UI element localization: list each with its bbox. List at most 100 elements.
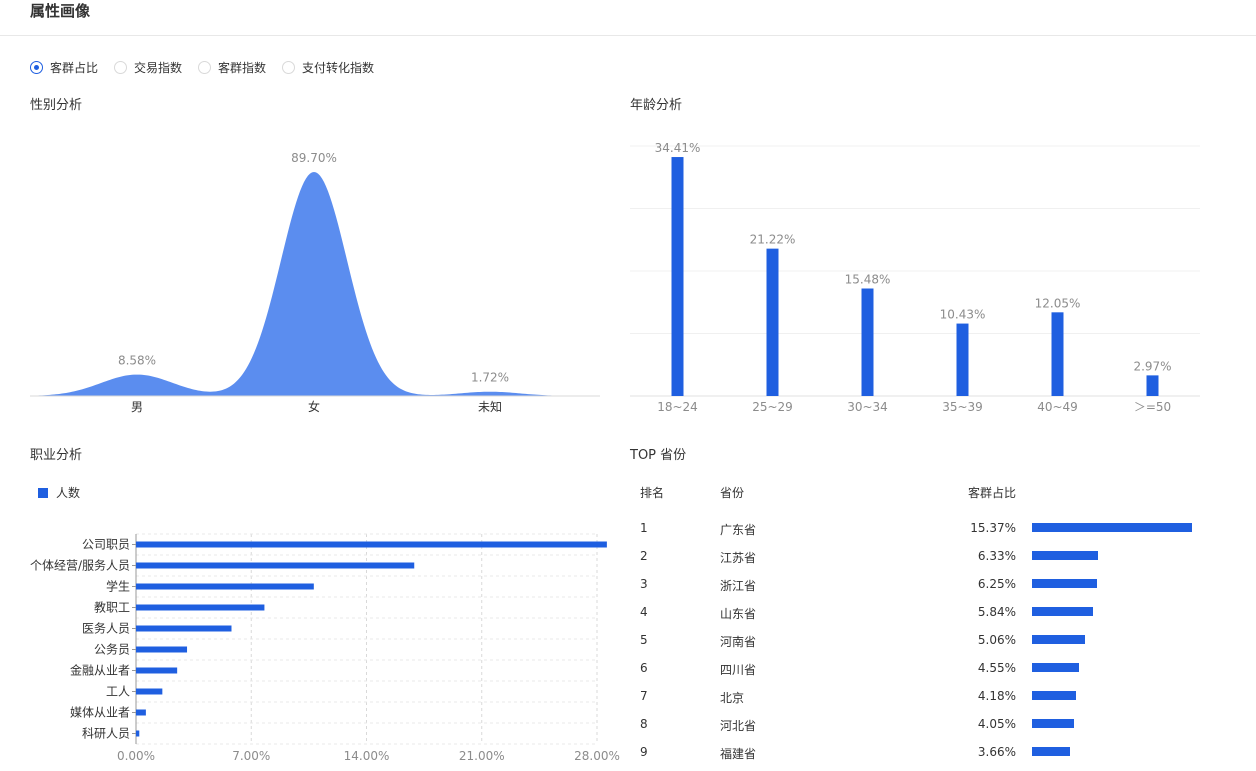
table-row: 9 福建省 3.66% bbox=[630, 745, 1230, 771]
age-bar bbox=[861, 288, 874, 396]
age-value-label: 34.41% bbox=[655, 141, 701, 155]
radio-label[interactable]: 客群指数 bbox=[218, 59, 266, 76]
age-value-label: 21.22% bbox=[750, 233, 796, 247]
age-tick-label: 30~34 bbox=[847, 400, 888, 414]
age-value-label: 2.97% bbox=[1133, 359, 1171, 373]
gender-value-label: 89.70% bbox=[291, 151, 337, 165]
occupation-tick-label: 0.00% bbox=[117, 749, 155, 763]
row-rank: 7 bbox=[640, 689, 648, 703]
header-rank: 排名 bbox=[640, 486, 665, 500]
table-row: 7 北京 4.18% bbox=[630, 689, 1230, 717]
radio-label[interactable]: 客群占比 bbox=[50, 59, 98, 76]
gender-value-label: 8.58% bbox=[118, 354, 156, 368]
header-province: 省份 bbox=[720, 486, 745, 500]
age-tick-label: 18~24 bbox=[657, 400, 698, 414]
occupation-category-label: 教职工 bbox=[94, 600, 130, 615]
age-bar bbox=[956, 323, 969, 396]
occupation-chart: 0.00% 7.00% 14.00% 21.00% 28.00% 公司职员个体经营/服务人… bbox=[30, 533, 620, 763]
legend-label: 人数 bbox=[56, 486, 81, 500]
age-bar bbox=[766, 248, 779, 396]
row-share: 6.25% bbox=[977, 577, 1016, 591]
occupation-bar bbox=[136, 646, 188, 653]
occupation-bar bbox=[136, 688, 163, 695]
row-share: 4.55% bbox=[977, 661, 1016, 675]
table-row: 8 河北省 4.05% bbox=[630, 717, 1230, 745]
row-share: 5.06% bbox=[977, 633, 1016, 647]
row-share-bar bbox=[1032, 747, 1071, 756]
row-share-bar bbox=[1032, 607, 1093, 616]
row-rank: 9 bbox=[640, 745, 648, 759]
row-province: 福建省 bbox=[720, 747, 757, 761]
row-province: 浙江省 bbox=[720, 579, 757, 593]
metric-radio-group: 客群占比 交易指数 客群指数 支付转化指数 bbox=[30, 57, 390, 77]
occupation-bar bbox=[136, 709, 146, 716]
radio-payment-conversion[interactable]: 支付转化指数 bbox=[282, 59, 374, 76]
age-bar bbox=[1146, 375, 1159, 396]
row-rank: 1 bbox=[640, 521, 648, 535]
occupation-tick-label: 28.00% bbox=[574, 749, 620, 763]
row-share: 4.05% bbox=[977, 717, 1016, 731]
radio-circle-icon[interactable] bbox=[30, 60, 43, 74]
occupation-category-label: 个体经营/服务人员 bbox=[30, 558, 130, 573]
radio-circle-icon[interactable] bbox=[282, 60, 296, 74]
row-share-bar bbox=[1032, 523, 1192, 532]
age-tick-label: ＞=50 bbox=[1134, 400, 1171, 414]
row-rank: 8 bbox=[640, 717, 648, 731]
province-table-header: 排名 省份 客群占比 bbox=[630, 484, 1230, 504]
row-share-bar bbox=[1032, 635, 1085, 644]
gender-chart: 8.58% 男 89.70% 女 1.72% 未知 bbox=[30, 151, 600, 414]
row-rank: 6 bbox=[640, 661, 648, 675]
occupation-category-label: 金融从业者 bbox=[70, 663, 130, 678]
row-share: 15.37% bbox=[970, 521, 1016, 535]
occupation-tick-label: 7.00% bbox=[232, 749, 270, 763]
age-tick-label: 25~29 bbox=[752, 400, 793, 414]
row-rank: 2 bbox=[640, 549, 648, 563]
occupation-section-title: 职业分析 bbox=[30, 448, 83, 463]
occupation-bar bbox=[136, 625, 232, 632]
gender-section-title: 性别分析 bbox=[30, 98, 83, 113]
age-section-title: 年龄分析 bbox=[630, 98, 683, 113]
gender-tick-label: 男 bbox=[131, 400, 143, 414]
occupation-category-label: 学生 bbox=[106, 579, 130, 594]
province-section-title: TOP 省份 bbox=[630, 448, 687, 463]
radio-circle-icon[interactable] bbox=[114, 60, 128, 74]
occupation-category-label: 公司职员 bbox=[82, 538, 130, 552]
gender-value-label: 1.72% bbox=[471, 371, 509, 385]
radio-customer-index[interactable]: 客群指数 bbox=[198, 59, 266, 76]
table-row: 1 广东省 15.37% bbox=[630, 521, 1230, 549]
page-title: 属性画像 bbox=[30, 2, 91, 20]
row-province: 北京 bbox=[720, 691, 745, 705]
row-share: 5.84% bbox=[977, 605, 1016, 619]
radio-label[interactable]: 交易指数 bbox=[134, 59, 182, 76]
row-share-bar bbox=[1032, 663, 1080, 672]
row-share: 3.66% bbox=[977, 745, 1016, 759]
row-share-bar bbox=[1032, 579, 1098, 588]
occupation-tick-label: 21.00% bbox=[459, 749, 505, 763]
radio-circle-icon[interactable] bbox=[198, 60, 212, 74]
legend-swatch bbox=[38, 487, 48, 498]
province-table: 排名 省份 客群占比 1 广东省 15.37% 2 江苏省 6.33% 3 浙江省 6.25% 4… bbox=[630, 484, 1230, 761]
row-province: 江苏省 bbox=[720, 551, 757, 565]
occupation-category-label: 媒体从业者 bbox=[70, 706, 130, 720]
occupation-bar bbox=[136, 541, 607, 548]
row-province: 河北省 bbox=[720, 719, 757, 733]
occupation-bar bbox=[136, 667, 178, 674]
table-row: 3 浙江省 6.25% bbox=[630, 577, 1230, 605]
province-table-body: 1 广东省 15.37% 2 江苏省 6.33% 3 浙江省 6.25% 4 山东省 5.84% 5 河南… bbox=[630, 521, 1230, 771]
row-share-bar bbox=[1032, 691, 1076, 700]
row-share: 6.33% bbox=[977, 549, 1016, 563]
gender-tick-label: 女 bbox=[308, 399, 320, 414]
age-tick-label: 40~49 bbox=[1037, 400, 1078, 414]
radio-trade-index[interactable]: 交易指数 bbox=[114, 59, 182, 76]
occupation-legend[interactable]: 人数 bbox=[38, 484, 80, 501]
occupation-bar bbox=[136, 562, 415, 569]
occupation-bar bbox=[136, 730, 140, 737]
radio-share[interactable]: 客群占比 bbox=[30, 59, 98, 76]
occupation-category-label: 医务人员 bbox=[82, 621, 130, 636]
table-row: 4 山东省 5.84% bbox=[630, 605, 1230, 633]
table-row: 6 四川省 4.55% bbox=[630, 661, 1230, 689]
row-rank: 5 bbox=[640, 633, 648, 647]
table-row: 5 河南省 5.06% bbox=[630, 633, 1230, 661]
radio-label[interactable]: 支付转化指数 bbox=[302, 59, 374, 76]
age-value-label: 15.48% bbox=[845, 273, 891, 287]
